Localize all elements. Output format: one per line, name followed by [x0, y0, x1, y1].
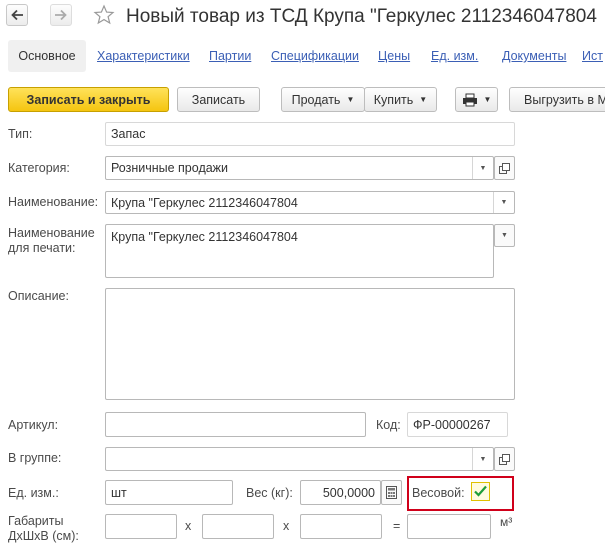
article-label: Артикул: — [8, 418, 59, 432]
weight-field[interactable]: 500,0000 — [300, 480, 381, 505]
width-field[interactable] — [202, 514, 274, 539]
weight-label: Вес (кг): — [246, 486, 293, 500]
length-field[interactable] — [105, 514, 177, 539]
group-label: В группе: — [8, 451, 62, 465]
dims-separator-1: х — [185, 519, 192, 533]
tab-history[interactable]: Ист — [582, 49, 603, 63]
tab-documents[interactable]: Документы — [502, 49, 566, 63]
tab-units[interactable]: Ед. изм. — [431, 49, 478, 63]
code-label: Код: — [376, 418, 401, 432]
type-field[interactable]: Запас — [105, 122, 515, 146]
unit-label: Ед. изм.: — [8, 486, 59, 500]
code-value: ФР-00000267 — [413, 417, 491, 432]
sell-button[interactable]: Продать ▼ — [281, 87, 365, 112]
buy-button[interactable]: Купить ▼ — [364, 87, 437, 112]
save-and-close-button[interactable]: Записать и закрыть — [8, 87, 169, 112]
description-label: Описание: — [8, 289, 69, 303]
dims-equals: = — [393, 519, 401, 533]
open-category-button[interactable] — [494, 156, 515, 180]
chevron-down-icon: ▼ — [501, 232, 508, 239]
volume-unit: м³ — [500, 515, 513, 529]
open-group-button[interactable] — [494, 447, 515, 471]
unload-button[interactable]: Выгрузить в М — [509, 87, 605, 112]
chevron-down-icon: ▼ — [419, 95, 428, 104]
article-field[interactable] — [105, 412, 366, 437]
weighted-highlight-frame — [407, 476, 514, 511]
tab-specifications[interactable]: Спецификации — [271, 49, 359, 63]
category-field[interactable]: Розничные продажи ▼ — [105, 156, 494, 180]
printer-icon — [462, 93, 477, 106]
description-field[interactable] — [105, 288, 515, 400]
tab-batches[interactable]: Партии — [209, 49, 251, 63]
chevron-down-icon[interactable]: ▼ — [472, 448, 493, 470]
name-field[interactable]: Крупа "Геркулес 2112346047804 ▼ — [105, 191, 515, 214]
volume-field[interactable] — [407, 514, 491, 539]
print-name-dropdown[interactable]: ▼ — [494, 224, 515, 247]
print-name-value: Крупа "Геркулес 2112346047804 — [111, 230, 298, 244]
unit-field[interactable]: шт — [105, 480, 233, 505]
open-form-icon — [499, 162, 510, 174]
favorite-button[interactable] — [93, 4, 115, 26]
chevron-down-icon[interactable]: ▼ — [493, 192, 514, 213]
print-name-label: Наименование для печати: — [8, 226, 95, 255]
open-form-icon — [499, 453, 510, 465]
category-label: Категория: — [8, 161, 70, 175]
chevron-down-icon: ▼ — [483, 95, 492, 104]
print-name-field[interactable]: Крупа "Геркулес 2112346047804 — [105, 224, 494, 278]
forward-arrow-icon — [55, 9, 67, 21]
back-button[interactable] — [6, 4, 28, 26]
star-icon — [93, 4, 115, 25]
category-value: Розничные продажи — [111, 161, 229, 175]
unit-value: шт — [111, 485, 127, 500]
tab-prices[interactable]: Цены — [378, 49, 410, 63]
window-title: Новый товар из ТСД Крупа "Геркулес 21123… — [126, 6, 597, 27]
tab-main[interactable]: Основное — [8, 40, 86, 72]
back-arrow-icon — [11, 9, 23, 21]
code-field[interactable]: ФР-00000267 — [407, 412, 508, 437]
weight-value: 500,0000 — [322, 485, 375, 500]
sell-button-label: Продать — [291, 92, 341, 107]
type-value: Запас — [111, 127, 146, 141]
chevron-down-icon[interactable]: ▼ — [472, 157, 493, 179]
calculator-button[interactable] — [381, 480, 402, 505]
dims-label: Габариты ДхШхВ (см): — [8, 514, 79, 543]
name-label: Наименование: — [8, 195, 99, 209]
calculator-icon — [386, 486, 397, 499]
group-field[interactable]: ▼ — [105, 447, 494, 471]
name-value: Крупа "Геркулес 2112346047804 — [111, 195, 298, 210]
save-button[interactable]: Записать — [177, 87, 260, 112]
buy-button-label: Купить — [373, 92, 414, 107]
dims-separator-2: х — [283, 519, 290, 533]
forward-button[interactable] — [50, 4, 72, 26]
tab-characteristics[interactable]: Характеристики — [97, 49, 190, 63]
type-label: Тип: — [8, 127, 33, 141]
chevron-down-icon: ▼ — [346, 95, 355, 104]
height-field[interactable] — [300, 514, 382, 539]
print-button[interactable]: ▼ — [455, 87, 498, 112]
